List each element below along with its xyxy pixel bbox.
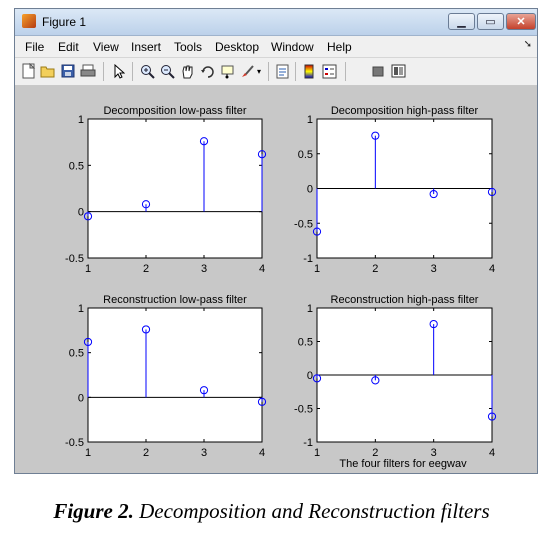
axes-4[interactable]: Reconstruction high-pass filter 1 0.5 0 -0.5… [294,294,497,459]
close-button[interactable]: ✕ [506,13,536,30]
save-icon[interactable] [60,63,76,79]
x-tick-label: 1 [314,263,320,275]
new-figure-icon[interactable] [21,63,37,79]
axes-2[interactable]: Decomposition high-pass filter 1 0.5 0 -0.5 -… [294,105,497,275]
brush-icon[interactable] [239,63,255,79]
brush-dropdown-icon[interactable]: ▾ [255,63,263,79]
y-tick-label: -0.5 [294,218,313,230]
y-tick-label: 0.5 [69,348,84,360]
y-tick-label: -0.5 [65,437,84,449]
axes-1[interactable]: Decomposition low-pass filter10.50-0.51 2… [65,105,267,275]
figure-window: Figure 1 ▁ ▭ ✕ File Edit View Insert Too… [14,8,538,474]
axes-title: Decomposition low-pass filter [103,105,246,117]
menu-help[interactable]: Help [327,40,352,54]
link-plot-icon[interactable] [274,63,290,79]
menu-insert[interactable]: Insert [131,40,161,54]
x-tick-label: 1 [85,447,91,459]
y-tick-label: 0 [78,392,84,404]
figure-canvas[interactable]: Decomposition low-pass filter10.50-0.51 2… [15,86,537,473]
x-tick-label: 3 [431,263,437,275]
axes-3[interactable]: Reconstruction low-pass filter10.50-0.51… [65,294,267,459]
y-tick-label: 1 [78,114,84,126]
y-tick-label: -0.5 [294,404,313,416]
x-tick-label: 4 [489,263,495,275]
menu-dock-arrow-icon[interactable]: ➘ [524,39,532,50]
x-tick-label: 4 [259,263,265,275]
hide-plot-tools-icon[interactable] [370,63,386,79]
rotate-3d-icon[interactable] [199,63,215,79]
x-tick-label: 4 [489,447,495,459]
bottom-xlabel: The four filters for eegwav [339,458,467,470]
x-tick-label: 3 [201,447,207,459]
window-title: Figure 1 [42,15,87,29]
y-tick-label: 0.5 [298,149,313,161]
axes-title: Reconstruction low-pass filter [103,294,247,306]
x-tick-label: 2 [143,263,149,275]
pan-hand-icon[interactable] [179,63,195,79]
y-tick-label: -0.5 [65,253,84,265]
figure-caption: Figure 2. Decomposition and Reconstructi… [0,499,543,524]
legend-icon[interactable] [321,63,337,79]
menu-window[interactable]: Window [271,40,314,54]
menu-view[interactable]: View [93,40,119,54]
maximize-button[interactable]: ▭ [477,13,504,30]
minimize-button[interactable]: ▁ [448,13,475,30]
y-tick-label: -1 [303,437,313,449]
axes-box [87,307,263,443]
axes-title: Decomposition high-pass filter [331,105,479,117]
print-icon[interactable] [80,63,96,79]
axes-title: Reconstruction high-pass filter [331,294,479,306]
caption-text: Decomposition and Reconstruction filters [133,499,490,523]
figure-toolbar: ▾ [15,58,537,86]
title-bar[interactable]: Figure 1 ▁ ▭ ✕ [15,9,537,36]
y-tick-label: 0 [78,207,84,219]
menu-edit[interactable]: Edit [58,40,79,54]
menu-tools[interactable]: Tools [174,40,202,54]
zoom-out-icon[interactable] [159,63,175,79]
y-tick-label: 1 [307,303,313,315]
x-tick-label: 3 [201,263,207,275]
x-tick-label: 2 [143,447,149,459]
y-tick-label: 0 [307,370,313,382]
y-tick-label: 0 [307,184,313,196]
menu-file[interactable]: File [25,40,44,54]
matlab-logo-icon [22,14,36,28]
y-tick-label: 0.5 [69,160,84,172]
edit-plot-arrow-icon[interactable] [111,63,127,79]
y-tick-label: 0.5 [298,337,313,349]
caption-label: Figure 2. [53,499,134,523]
x-tick-label: 1 [314,447,320,459]
menu-desktop[interactable]: Desktop [215,40,259,54]
colorbar-icon[interactable] [301,63,317,79]
x-tick-label: 1 [85,263,91,275]
zoom-in-icon[interactable] [139,63,155,79]
axes-box [87,118,263,259]
show-plot-tools-icon[interactable] [390,63,406,79]
y-tick-label: -1 [303,253,313,265]
menu-bar: File Edit View Insert Tools Desktop Wind… [15,36,537,58]
y-tick-label: 1 [307,114,313,126]
x-tick-label: 2 [372,263,378,275]
y-tick-label: 1 [78,303,84,315]
open-file-icon[interactable] [40,63,56,79]
x-tick-label: 4 [259,447,265,459]
data-cursor-icon[interactable] [219,63,235,79]
